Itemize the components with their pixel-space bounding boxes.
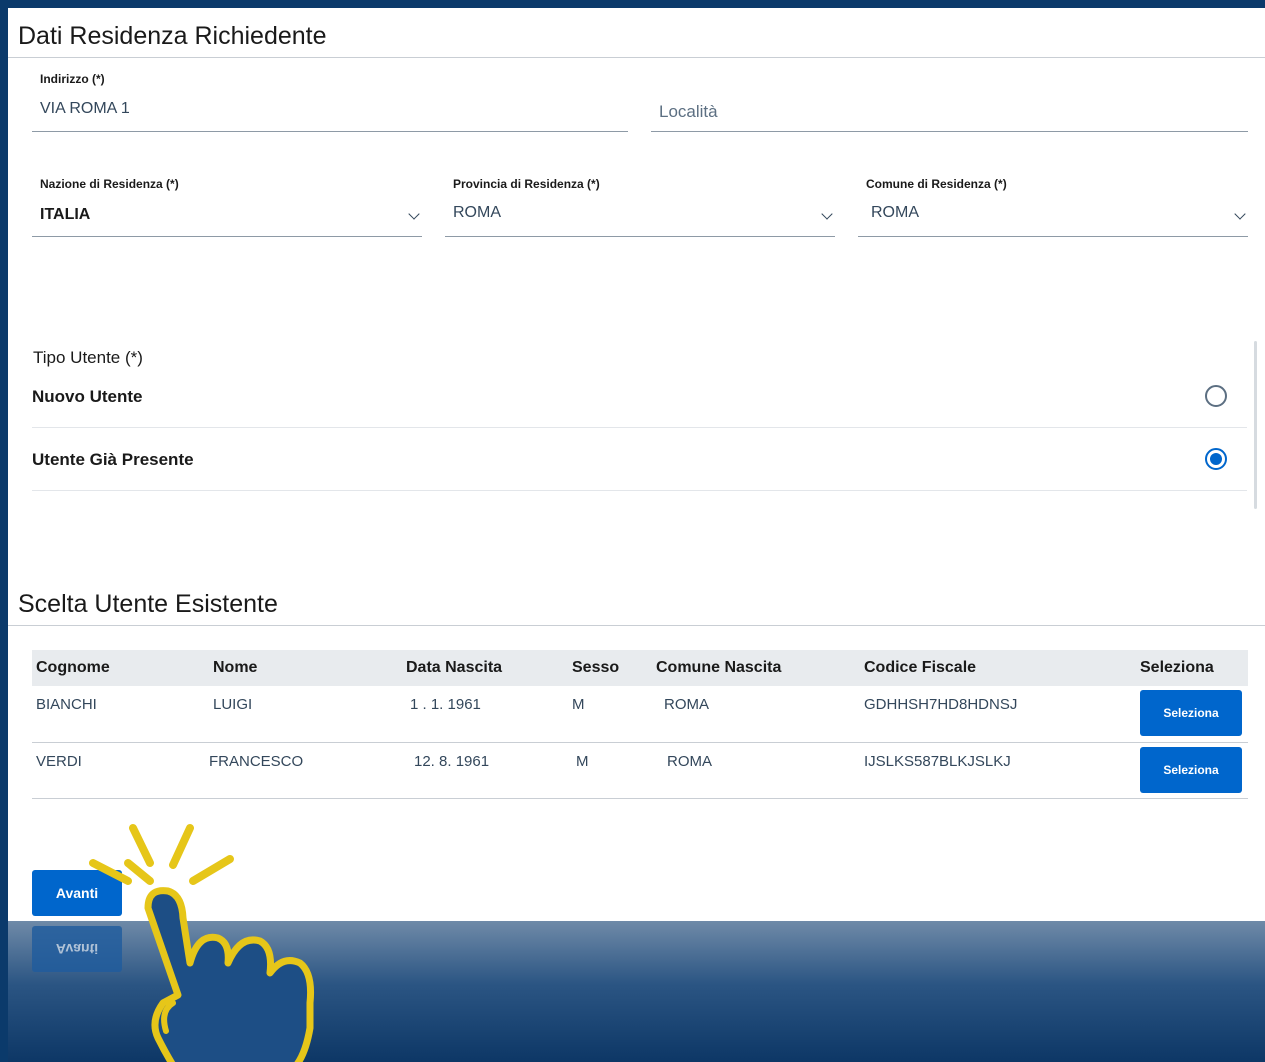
address-value[interactable]: VIA ROMA 1 [40,100,130,118]
province-select[interactable]: Provincia di Residenza (*) ROMA [445,174,835,237]
radio-option-existing-user[interactable]: Utente Già Presente [32,428,1247,491]
existing-user-section-title: Scelta Utente Esistente [18,590,278,618]
click-burst-icon [189,855,234,885]
column-header-cognome: Cognome [36,659,110,676]
column-header-seleziona: Seleziona [1140,659,1214,676]
select-user-button[interactable]: Seleziona [1140,746,1242,793]
cell-cognome: VERDI [32,742,209,799]
country-value: ITALIA [40,206,91,223]
municipality-value: ROMA [871,204,919,221]
cell-comune-nascita: ROMA [652,742,860,799]
country-underline [32,236,422,237]
address-field[interactable]: Indirizzo (*) VIA ROMA 1 [32,70,628,132]
cell-comune-nascita: ROMA [652,686,860,743]
locality-underline [651,131,1248,132]
page-frame: Dati Residenza Richiedente Indirizzo (*)… [8,8,1265,1062]
cell-cognome: BIANCHI [32,686,209,743]
chevron-down-icon[interactable] [821,208,833,220]
option-divider [32,490,1247,491]
residence-section-title: Dati Residenza Richiedente [18,22,327,50]
hand-pointer-icon [89,824,314,1062]
address-underline [32,131,628,132]
radio-label: Utente Già Presente [32,450,194,469]
chevron-down-icon[interactable] [408,208,420,220]
radio-button[interactable] [1205,385,1227,407]
radio-button-selected[interactable] [1205,448,1227,470]
click-burst-icon [124,859,154,885]
click-burst-icon [169,824,194,869]
cell-sesso: M [568,686,652,743]
cell-data-nascita: 1 . 1. 1961 [402,686,568,743]
section-divider [8,57,1265,58]
scrollbar[interactable] [1254,341,1257,509]
province-label: Provincia di Residenza (*) [453,177,600,191]
municipality-label: Comune di Residenza (*) [866,177,1007,191]
column-header-data-nascita: Data Nascita [406,659,503,676]
click-burst-icon [129,824,154,867]
province-underline [445,236,835,237]
hand-shape [144,887,314,1062]
column-header-comune-nascita: Comune Nascita [656,659,782,676]
locality-field[interactable]: Località [651,70,1248,132]
radio-option-new-user[interactable]: Nuovo Utente [32,365,1247,428]
cell-select: Seleziona [1136,742,1248,799]
cell-select: Seleziona [1136,686,1248,743]
column-header-nome: Nome [213,659,258,676]
municipality-underline [858,236,1248,237]
locality-placeholder[interactable]: Località [659,102,718,122]
cell-data-nascita: 12. 8. 1961 [402,742,568,799]
country-select[interactable]: Nazione di Residenza (*) ITALIA [32,174,422,237]
cell-codice-fiscale: GDHHSH7HD8HDNSJ [860,686,1136,743]
cell-sesso: M [568,742,652,799]
cell-nome: LUIGI [209,686,402,743]
cell-nome: FRANCESCO [209,742,402,799]
column-header-sesso: Sesso [572,659,620,676]
country-label: Nazione di Residenza (*) [40,177,179,191]
table-header-row: Cognome Nome Data Nascita Sesso Comune N… [32,650,1248,686]
radio-label: Nuovo Utente [32,387,143,406]
province-value: ROMA [453,204,501,221]
existing-users-table: Cognome Nome Data Nascita Sesso Comune N… [32,650,1248,799]
click-burst-icon [89,859,132,885]
table-row: VERDI FRANCESCO 12. 8. 1961 M ROMA IJSLK… [32,742,1248,799]
cell-codice-fiscale: IJSLKS587BLKJSLKJ [860,742,1136,799]
table-row: BIANCHI LUIGI 1 . 1. 1961 M ROMA GDHHSH7… [32,686,1248,743]
section-divider [8,625,1265,626]
municipality-select[interactable]: Comune di Residenza (*) ROMA [858,174,1248,237]
select-user-button[interactable]: Seleziona [1140,690,1242,736]
column-header-codice-fiscale: Codice Fiscale [864,659,977,676]
chevron-down-icon[interactable] [1234,208,1246,220]
address-label: Indirizzo (*) [40,72,105,86]
